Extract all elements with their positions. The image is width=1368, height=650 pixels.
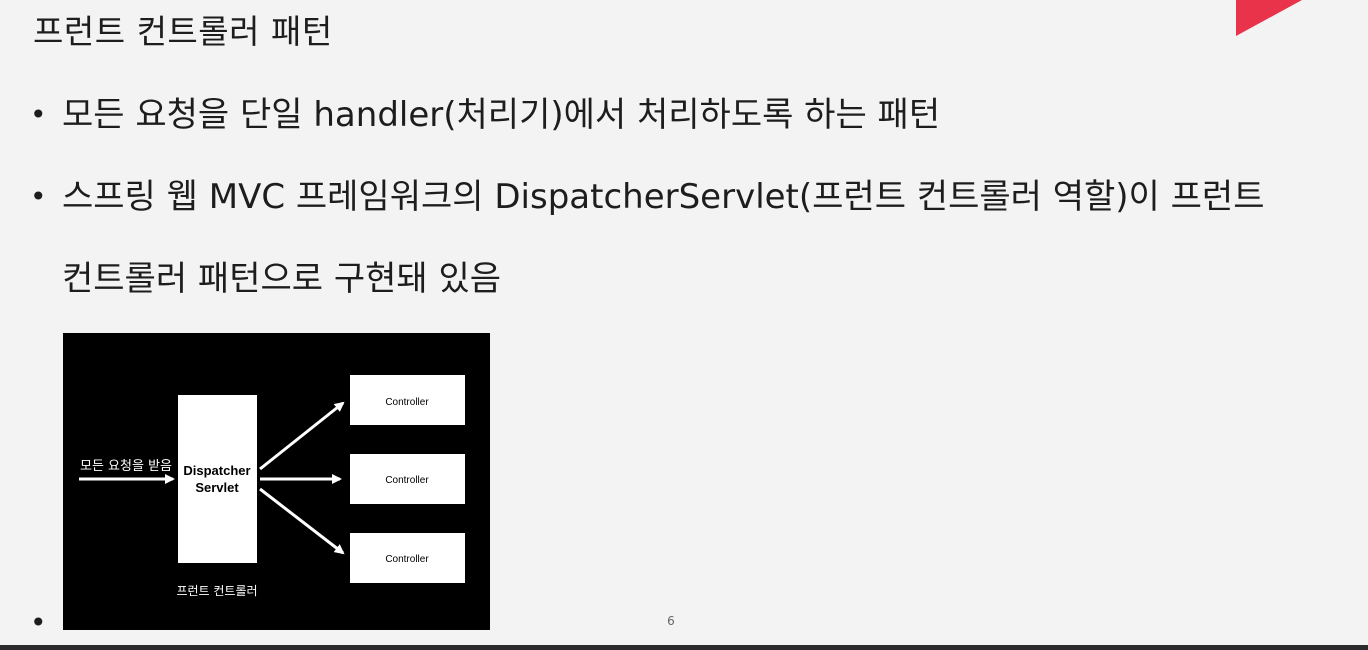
controller-label-1: Controller: [385, 397, 429, 408]
slide-title: 프런트 컨트롤러 패턴: [33, 12, 333, 51]
input-label: 모든 요청을 받음: [80, 459, 172, 474]
controller-label-3: Controller: [385, 554, 429, 565]
bullet-marker: •: [30, 606, 47, 639]
corner-accent-shape: [1236, 0, 1302, 36]
diagram-caption: 프런트 컨트롤러: [176, 584, 257, 598]
diagram-canvas: 모든 요청을 받음 Dispatcher Servlet Controller …: [79, 375, 465, 598]
dispatcher-label-line1: Dispatcher: [183, 463, 250, 478]
bullet-text: 모든 요청을 단일 handler(처리기)에서 처리하도록 하는 패턴: [62, 95, 941, 135]
arrow-to-controller-1: [259, 401, 345, 471]
bullet-marker: •: [30, 180, 47, 213]
front-controller-diagram: 모든 요청을 받음 Dispatcher Servlet Controller …: [63, 333, 490, 630]
bullet-text-continuation: 컨트롤러 패턴으로 구현돼 있음: [62, 259, 502, 299]
bullet-text: 스프링 웹 MVC 프레임워크의 DispatcherServlet(프런트 컨…: [62, 177, 1265, 217]
arrow-to-controller-3: [259, 487, 345, 555]
bottom-border-bar: [0, 645, 1368, 650]
bullet-marker: •: [30, 98, 47, 131]
dispatcher-servlet-box: [178, 395, 257, 563]
accent-triangle: [1236, 0, 1302, 36]
dispatcher-label-line2: Servlet: [195, 480, 239, 495]
controller-label-2: Controller: [385, 475, 429, 486]
page-number: 6: [667, 614, 675, 628]
